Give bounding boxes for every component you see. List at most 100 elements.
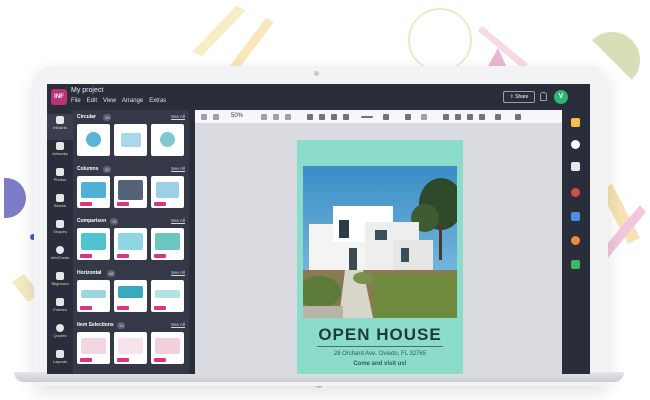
delete-icon[interactable] [285,114,291,120]
see-all-link[interactable]: See All [171,322,185,327]
rail-item-blocks[interactable]: Blocks [47,192,73,218]
redo-icon[interactable] [213,114,219,120]
see-all-link[interactable]: See All [171,166,185,171]
rail-label: Quotes [53,333,67,338]
tag-badge [117,202,129,206]
camera-icon [56,168,64,176]
template-thumbnail[interactable] [151,228,184,260]
color-icon[interactable] [571,140,580,149]
section-circular: Circular 19 See All [77,114,185,156]
shapes-icon [56,220,64,228]
canvas-area[interactable]: OPEN HOUSE 28 Orchard Ave. Oviedo, FL 32… [195,124,562,374]
template-thumbnail[interactable] [151,332,184,364]
bring-forward-icon[interactable] [467,114,473,120]
rail-label: InfoArts [53,125,67,130]
fill-icon[interactable] [405,114,411,120]
background-icon [56,272,64,280]
template-thumbnail[interactable] [77,124,110,156]
share-button[interactable]: ⇧ Share [503,91,535,103]
decorative-circle [408,8,472,72]
rail-item-frames[interactable]: Frames [47,296,73,322]
template-thumbnail[interactable] [151,176,184,208]
editor-window: INF My project File Edit View Arrange Ex… [47,84,590,374]
line-style-icon[interactable] [361,116,373,118]
pen-icon[interactable] [319,114,325,120]
rail-item-infocharts[interactable]: InfoCharts [47,244,73,270]
avatar[interactable]: V [554,90,568,104]
eraser-icon[interactable] [331,114,337,120]
crop-icon[interactable] [455,114,461,120]
layers-icon[interactable] [571,212,580,221]
project-title[interactable]: My project [71,87,103,94]
see-all-link[interactable]: See All [171,114,185,119]
frame-icon [56,298,64,306]
tag-badge [80,202,92,206]
more-icon[interactable] [515,114,521,120]
tag-badge [80,358,92,362]
menu-arrange[interactable]: Arrange [122,98,143,104]
chart-settings-icon[interactable] [571,260,580,269]
app-header: INF My project File Edit View Arrange Ex… [47,84,590,110]
menu-edit[interactable]: Edit [87,98,97,104]
see-all-link[interactable]: See All [171,270,185,275]
template-thumbnail[interactable] [114,332,147,364]
template-thumbnail[interactable] [114,280,147,312]
add-icon[interactable] [495,114,501,120]
undo-icon[interactable] [201,114,207,120]
text-panel-icon[interactable] [571,162,580,171]
connector-icon[interactable] [383,114,389,120]
effects-icon[interactable] [571,236,580,245]
tag-badge [154,306,166,310]
template-thumbnail[interactable] [114,176,147,208]
flyer-cta[interactable]: Come and visit us! [297,361,463,367]
rail-label: Bkground [51,281,69,286]
template-thumbnail[interactable] [151,280,184,312]
section-title: Circular [77,114,96,120]
menu-extras[interactable]: Extras [149,98,166,104]
flyer-address[interactable]: 28 Orchard Ave. Oviedo, FL 32765 [297,351,463,357]
rail-item-shapes[interactable]: Shapes [47,218,73,244]
brush-icon[interactable] [343,114,349,120]
template-thumbnail[interactable] [77,332,110,364]
style-icon[interactable] [571,188,580,197]
align-icon[interactable] [421,114,427,120]
template-thumbnail[interactable] [77,280,110,312]
section-title: Horizontal [77,270,102,276]
flyer-page[interactable]: OPEN HOUSE 28 Orchard Ave. Oviedo, FL 32… [297,140,463,374]
template-thumbnail[interactable] [151,124,184,156]
rail-item-artworks[interactable]: Artworks [47,140,73,166]
rail-item-infoarts[interactable]: InfoArts [47,114,73,140]
menu-file[interactable]: File [71,98,81,104]
tag-badge [117,306,129,310]
group-icon[interactable] [443,114,449,120]
template-thumbnail[interactable] [114,124,147,156]
paint-icon[interactable] [571,118,580,127]
menu-view[interactable]: View [103,98,116,104]
template-thumbnail[interactable] [77,176,110,208]
see-all-link[interactable]: See All [171,218,185,223]
app-logo[interactable]: INF [51,89,67,105]
rail-item-bkground[interactable]: Bkground [47,270,73,296]
editor-toolbar: 50% [195,110,562,124]
flyer-title[interactable]: OPEN HOUSE [297,325,463,345]
notification-bell-icon[interactable] [540,92,547,101]
tag-badge [154,358,166,362]
rail-label: Blocks [54,203,66,208]
house-photo[interactable] [303,166,457,318]
house-illustration [303,166,457,318]
cut-icon[interactable] [307,114,313,120]
rail-label: Shapes [53,229,67,234]
thumbnail-row [77,332,184,364]
template-thumbnail[interactable] [114,228,147,260]
panel-collapse-handle[interactable] [189,264,194,278]
rail-item-quotes[interactable]: Quotes [47,322,73,348]
zoom-select[interactable]: 50% [231,113,243,119]
menu-bar: File Edit View Arrange Extras [71,98,166,104]
rail-label: Photos [53,177,67,182]
copy-icon[interactable] [261,114,267,120]
template-thumbnail[interactable] [77,228,110,260]
send-backward-icon[interactable] [479,114,485,120]
paste-icon[interactable] [273,114,279,120]
rail-item-layouts[interactable]: Layouts [47,348,73,374]
rail-item-photos[interactable]: Photos [47,166,73,192]
